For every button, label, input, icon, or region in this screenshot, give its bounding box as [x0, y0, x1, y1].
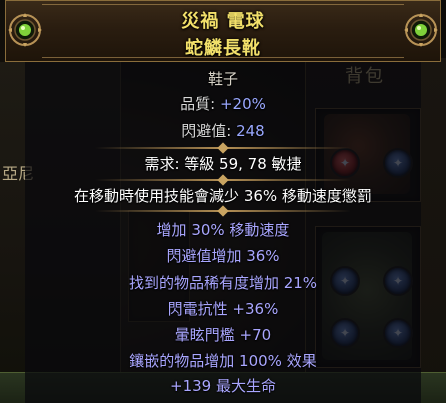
item-implicit-mod: 在移動時使用技能會減少 36% 移動速度懲罰 [74, 187, 372, 205]
evasion-label: 閃避值: [181, 122, 237, 140]
item-evasion: 閃避值: 248 [25, 120, 421, 141]
item-quality: 品質: +20% [25, 93, 421, 114]
separator [95, 179, 351, 181]
item-name: 災禍 電球 [181, 11, 265, 32]
game-screen: 亞尼 背包 ✦ ✦ ✦ ✦ ✦ ✦ 災禍 電球 [0, 0, 446, 403]
item-base-type: 蛇鱗長靴 [185, 38, 261, 59]
item-mod: 鑲嵌的物品增加 100% 效果 [129, 352, 317, 370]
item-requirement: 需求: 等級 59, 78 敏捷 [144, 155, 302, 173]
separator [95, 147, 351, 149]
item-mod: 找到的物品稀有度增加 21% [128, 274, 318, 292]
item-tooltip: 災禍 電球 蛇鱗長靴 鞋子 品質: +20% 閃避值: 248 需求: 等級 5… [5, 0, 441, 403]
item-mod: 閃避值增加 36% [166, 247, 280, 265]
item-mod: 增加 30% 移動速度 [156, 221, 290, 239]
quality-label: 品質: [180, 95, 220, 113]
item-mod: 閃電抗性 +36% [167, 300, 279, 318]
tooltip-body: 鞋子 品質: +20% 閃避值: 248 需求: 等級 59, 78 敏捷 在移… [25, 62, 421, 403]
item-mod: +139 最大生命 [170, 377, 276, 395]
evasion-value: 248 [236, 122, 265, 140]
separator [95, 210, 351, 212]
quality-value: +20% [219, 95, 266, 113]
item-category: 鞋子 [207, 70, 238, 88]
tooltip-header: 災禍 電球 蛇鱗長靴 [5, 0, 441, 62]
item-mod: 暈眩門檻 +70 [174, 326, 272, 344]
